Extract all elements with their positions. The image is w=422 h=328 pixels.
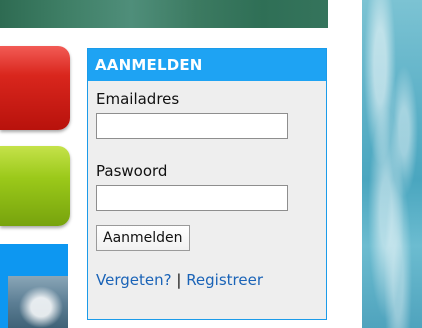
blue-side-panel xyxy=(0,244,68,328)
login-panel: AANMELDEN Emailadres Paswoord Aanmelden … xyxy=(87,48,327,320)
forgot-password-link[interactable]: Vergeten? xyxy=(96,271,172,289)
login-form: Emailadres Paswoord Aanmelden Vergeten? … xyxy=(88,81,326,289)
email-input[interactable] xyxy=(96,113,288,139)
email-label: Emailadres xyxy=(96,90,180,108)
password-input[interactable] xyxy=(96,185,288,211)
login-title: AANMELDEN xyxy=(88,49,326,81)
header-banner-image xyxy=(0,0,328,28)
sea-background-image xyxy=(362,0,422,328)
green-menu-button[interactable] xyxy=(0,146,70,226)
red-menu-button[interactable] xyxy=(0,46,70,130)
login-button[interactable]: Aanmelden xyxy=(96,225,190,251)
login-links: Vergeten? | Registreer xyxy=(96,271,318,289)
field-spacer xyxy=(96,139,318,161)
password-label: Paswoord xyxy=(96,162,168,180)
panel-thumbnail-image[interactable] xyxy=(8,276,68,328)
register-link[interactable]: Registreer xyxy=(186,271,263,289)
link-separator: | xyxy=(176,271,182,289)
